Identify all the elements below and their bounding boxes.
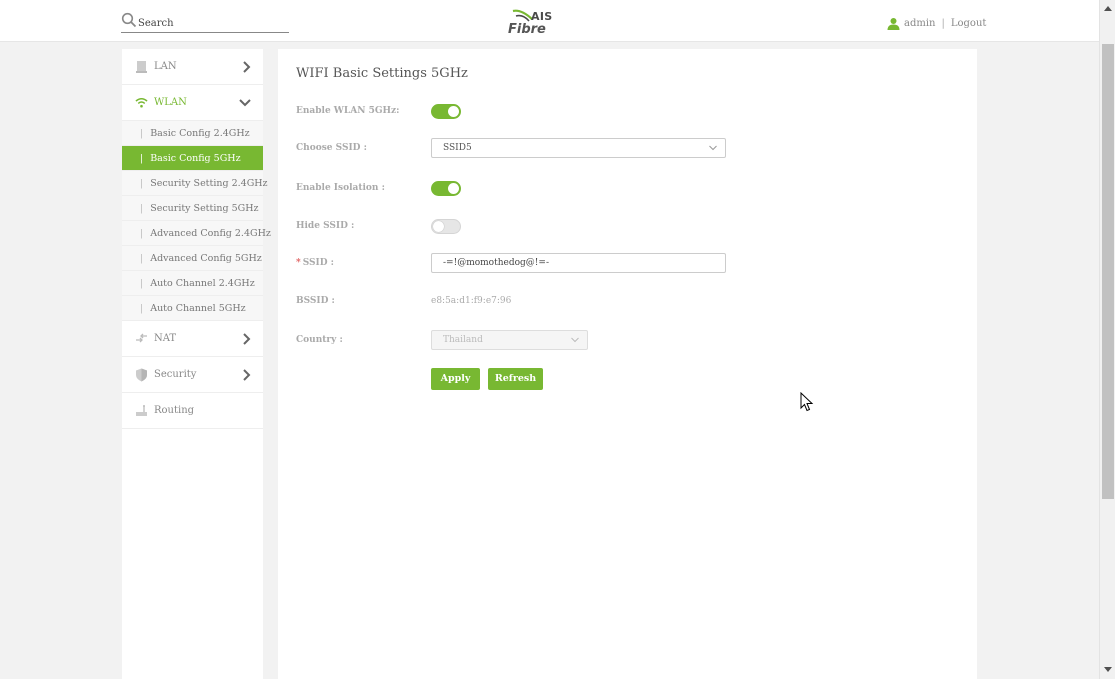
- sidebar-item-label: Routing: [154, 405, 195, 416]
- enable-isolation-toggle[interactable]: [431, 180, 461, 196]
- enable-wlan-toggle[interactable]: [431, 103, 461, 119]
- ais-fibre-logo: AIS Fibre: [506, 6, 556, 38]
- search-icon[interactable]: [121, 12, 137, 28]
- hide-ssid-label: Hide SSID :: [296, 221, 355, 231]
- country-row: Country : Thailand: [296, 330, 956, 350]
- sidebar-subitem-basic-2g[interactable]: | Basic Config 2.4GHz: [122, 121, 263, 146]
- country-label: Country :: [296, 335, 343, 345]
- sidebar-nav: LAN WLAN | Basic Config 2.4GHz | Basic Con…: [122, 49, 271, 679]
- enable-wlan-row: Enable WLAN 5GHz:: [296, 101, 956, 121]
- country-value: Thailand: [443, 335, 483, 345]
- user-area: admin | Logout: [887, 15, 986, 31]
- required-mark: *: [296, 258, 301, 268]
- refresh-button[interactable]: Refresh: [488, 367, 543, 390]
- ssid-input[interactable]: [431, 253, 726, 273]
- bssid-label: BSSID :: [296, 296, 335, 306]
- sidebar-subitem-label: Advanced Config 2.4GHz: [150, 227, 271, 239]
- header-separator: |: [941, 17, 945, 29]
- search-input[interactable]: [138, 15, 286, 31]
- bssid-value: e8:5a:d1:f9:e7:96: [431, 296, 512, 306]
- scroll-down-icon[interactable]: [1104, 667, 1112, 673]
- toggle-knob: [448, 182, 459, 194]
- sub-bar: |: [140, 127, 144, 139]
- choose-ssid-select[interactable]: SSID5: [431, 138, 726, 158]
- scroll-up-icon[interactable]: [1104, 5, 1112, 11]
- sidebar-subitem-label: Security Setting 5GHz: [150, 202, 259, 214]
- main-panel: WIFI Basic Settings 5GHz Enable WLAN 5GH…: [278, 49, 977, 679]
- toggle-knob: [448, 105, 459, 117]
- nat-arrows-icon: [136, 333, 147, 343]
- sub-bar: |: [140, 252, 144, 264]
- apply-button[interactable]: Apply: [431, 367, 480, 390]
- sidebar-item-security[interactable]: Security: [122, 357, 263, 393]
- sidebar-item-label: WLAN: [154, 97, 187, 108]
- action-row: Apply Refresh: [296, 367, 956, 390]
- ssid-label-text: SSID :: [302, 258, 334, 268]
- sidebar-subitem-advanced-5g[interactable]: | Advanced Config 5GHz: [122, 246, 263, 271]
- chevron-right-icon: [243, 369, 251, 381]
- chevron-down-icon: [709, 145, 717, 151]
- ssid-row: * SSID :: [296, 253, 956, 273]
- choose-ssid-row: Choose SSID : SSID5: [296, 138, 956, 158]
- sub-bar: |: [140, 152, 144, 164]
- sub-bar: |: [140, 302, 144, 314]
- sidebar-subitem-label: Security Setting 2.4GHz: [150, 177, 268, 189]
- ssid-label: * SSID :: [296, 258, 431, 268]
- sidebar-subitem-label: Basic Config 2.4GHz: [150, 127, 250, 139]
- logo-text-fibre: Fibre: [508, 22, 546, 37]
- lan-icon: [136, 61, 147, 73]
- sub-bar: |: [140, 277, 144, 289]
- choose-ssid-label: Choose SSID :: [296, 143, 367, 153]
- enable-isolation-row: Enable Isolation :: [296, 178, 956, 198]
- sidebar-item-label: LAN: [154, 61, 177, 72]
- logout-link[interactable]: Logout: [951, 18, 987, 29]
- sidebar-subitem-autochannel-2g[interactable]: | Auto Channel 2.4GHz: [122, 271, 263, 296]
- wifi-icon: [135, 98, 148, 108]
- chevron-right-icon: [243, 61, 251, 73]
- username[interactable]: admin: [904, 18, 935, 29]
- hide-ssid-toggle[interactable]: [431, 218, 461, 234]
- sidebar-item-nat[interactable]: NAT: [122, 321, 263, 357]
- sidebar-subitem-security-2g[interactable]: | Security Setting 2.4GHz: [122, 171, 268, 196]
- sidebar-subitem-label: Auto Channel 5GHz: [150, 302, 246, 314]
- sidebar-subitem-basic-5g[interactable]: | Basic Config 5GHz: [122, 146, 263, 171]
- sidebar-subitem-advanced-2g[interactable]: | Advanced Config 2.4GHz: [122, 221, 271, 246]
- sidebar-item-routing[interactable]: Routing: [122, 393, 263, 429]
- hide-ssid-row: Hide SSID :: [296, 216, 956, 236]
- bssid-row: BSSID : e8:5a:d1:f9:e7:96: [296, 291, 956, 311]
- sidebar-subitem-security-5g[interactable]: | Security Setting 5GHz: [122, 196, 263, 221]
- sidebar-subitem-label: Advanced Config 5GHz: [150, 252, 262, 264]
- chevron-right-icon: [243, 333, 251, 345]
- page-title: WIFI Basic Settings 5GHz: [296, 66, 468, 81]
- page-scrollbar[interactable]: [1099, 0, 1115, 679]
- sub-bar: |: [140, 227, 144, 239]
- sidebar-item-wlan[interactable]: WLAN: [122, 85, 263, 121]
- toggle-knob: [433, 220, 444, 232]
- shield-icon: [136, 368, 147, 381]
- sub-bar: |: [140, 177, 144, 189]
- router-icon: [136, 405, 147, 416]
- country-select: Thailand: [431, 330, 588, 350]
- enable-wlan-label: Enable WLAN 5GHz:: [296, 106, 400, 116]
- sidebar-item-label: NAT: [154, 333, 177, 344]
- chevron-down-icon: [239, 99, 251, 107]
- scrollbar-thumb[interactable]: [1102, 44, 1114, 499]
- sidebar-subitem-label: Basic Config 5GHz: [150, 152, 241, 164]
- user-icon: [887, 17, 900, 30]
- mouse-cursor-icon: [800, 392, 814, 412]
- search-box: [121, 12, 289, 33]
- sidebar-item-lan[interactable]: LAN: [122, 49, 263, 85]
- sub-bar: |: [140, 202, 144, 214]
- sidebar-subitem-label: Auto Channel 2.4GHz: [150, 277, 255, 289]
- top-header: AIS Fibre admin | Logout: [0, 0, 1099, 42]
- sidebar-item-label: Security: [154, 369, 197, 380]
- sidebar-subitem-autochannel-5g[interactable]: | Auto Channel 5GHz: [122, 296, 263, 321]
- choose-ssid-value: SSID5: [443, 143, 472, 153]
- chevron-down-icon: [571, 337, 579, 343]
- enable-isolation-label: Enable Isolation :: [296, 183, 385, 193]
